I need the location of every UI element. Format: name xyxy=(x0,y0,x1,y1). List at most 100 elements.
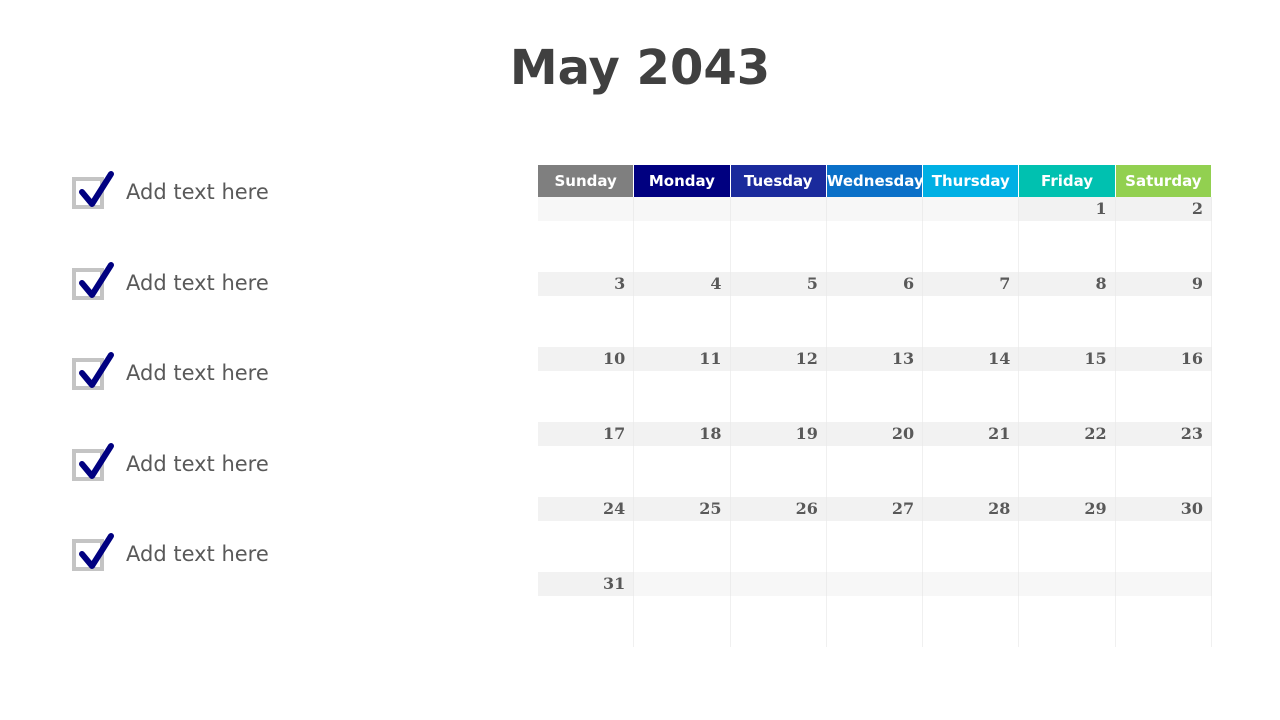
empty-date xyxy=(923,197,1020,221)
calendar-week: 31 xyxy=(538,572,1212,647)
day-cell[interactable] xyxy=(1019,521,1116,572)
date-number[interactable]: 8 xyxy=(1019,272,1116,296)
date-number[interactable]: 29 xyxy=(1019,497,1116,521)
day-cell[interactable] xyxy=(731,596,827,647)
calendar-week: 17 18 19 20 21 22 23 xyxy=(538,422,1212,497)
day-cell[interactable] xyxy=(1116,371,1212,422)
day-cell[interactable] xyxy=(827,296,924,347)
checklist-item[interactable]: Add text here xyxy=(70,261,370,307)
day-cell[interactable] xyxy=(1116,521,1212,572)
day-cell[interactable] xyxy=(827,371,924,422)
date-number[interactable]: 14 xyxy=(923,347,1020,371)
checklist-item-label: Add text here xyxy=(126,542,269,566)
day-cell[interactable] xyxy=(923,521,1020,572)
day-cell[interactable] xyxy=(538,596,635,647)
date-number[interactable]: 13 xyxy=(826,347,924,371)
date-number[interactable]: 26 xyxy=(730,497,827,521)
day-cell[interactable] xyxy=(1116,296,1212,347)
date-number[interactable]: 15 xyxy=(1019,347,1116,371)
date-number[interactable]: 12 xyxy=(730,347,827,371)
day-cell[interactable] xyxy=(731,371,827,422)
day-header-friday: Friday xyxy=(1019,165,1116,197)
date-number[interactable]: 28 xyxy=(923,497,1020,521)
day-cell[interactable] xyxy=(1019,371,1116,422)
calendar: Sunday Monday Tuesday Wednesday Thursday Frid… xyxy=(538,165,1212,647)
day-cell[interactable] xyxy=(538,221,635,272)
date-number[interactable]: 20 xyxy=(826,422,924,446)
day-cell[interactable] xyxy=(1019,596,1116,647)
day-cell[interactable] xyxy=(538,371,635,422)
date-number[interactable]: 10 xyxy=(538,347,635,371)
day-cell[interactable] xyxy=(923,596,1020,647)
date-number[interactable]: 30 xyxy=(1115,497,1212,521)
date-number[interactable]: 4 xyxy=(634,272,731,296)
checklist-item[interactable]: Add text here xyxy=(70,352,370,397)
day-cell[interactable] xyxy=(634,521,731,572)
day-cell[interactable] xyxy=(827,446,924,497)
day-cell[interactable] xyxy=(634,371,731,422)
date-number[interactable]: 24 xyxy=(538,497,635,521)
day-cell[interactable] xyxy=(634,446,731,497)
date-number[interactable]: 23 xyxy=(1115,422,1212,446)
date-number[interactable]: 19 xyxy=(730,422,827,446)
checklist-item[interactable]: Add text here xyxy=(70,171,370,216)
day-header-monday: Monday xyxy=(634,165,731,197)
calendar-weeks: 1 2 3 4 5 6 7 8 9 10 11 12 13 14 15 16 17 18 19 20 21 22 23 24 2… xyxy=(538,197,1212,647)
empty-date xyxy=(1019,572,1116,596)
day-cell[interactable] xyxy=(923,446,1020,497)
checklist-item[interactable]: Add text here xyxy=(70,533,370,578)
checkmark-icon xyxy=(79,352,114,388)
day-header-wednesday: Wednesday xyxy=(826,165,924,197)
day-cell[interactable] xyxy=(1116,446,1212,497)
day-cell[interactable] xyxy=(1116,221,1212,272)
day-cell[interactable] xyxy=(634,296,731,347)
date-number[interactable]: 21 xyxy=(923,422,1020,446)
date-number[interactable]: 27 xyxy=(826,497,924,521)
day-cell[interactable] xyxy=(731,446,827,497)
day-cell[interactable] xyxy=(538,521,635,572)
date-number[interactable]: 11 xyxy=(634,347,731,371)
day-cell[interactable] xyxy=(731,521,827,572)
day-cell[interactable] xyxy=(1019,221,1116,272)
date-number[interactable]: 18 xyxy=(634,422,731,446)
checklist-item-label: Add text here xyxy=(126,180,269,204)
checkmark-icon xyxy=(79,442,114,479)
checkmark-icon xyxy=(79,533,114,569)
date-number[interactable]: 1 xyxy=(1019,197,1116,221)
day-cell[interactable] xyxy=(827,221,924,272)
page-title: May 2043 xyxy=(509,40,771,96)
empty-date xyxy=(730,572,827,596)
date-number[interactable]: 22 xyxy=(1019,422,1116,446)
checklist-item-label: Add text here xyxy=(126,361,269,385)
checklist-item[interactable]: Add text here xyxy=(70,442,370,488)
checkmark-icon xyxy=(79,261,114,298)
day-cell[interactable] xyxy=(827,596,924,647)
day-cell[interactable] xyxy=(827,521,924,572)
date-number[interactable]: 6 xyxy=(826,272,924,296)
calendar-header: Sunday Monday Tuesday Wednesday Thursday Frid… xyxy=(538,165,1212,197)
day-cell[interactable] xyxy=(538,446,635,497)
day-cell[interactable] xyxy=(923,371,1020,422)
day-cell[interactable] xyxy=(1019,446,1116,497)
date-number[interactable]: 5 xyxy=(730,272,827,296)
day-cell[interactable] xyxy=(923,296,1020,347)
date-number[interactable]: 9 xyxy=(1115,272,1212,296)
day-cell[interactable] xyxy=(634,221,731,272)
calendar-week: 10 11 12 13 14 15 16 xyxy=(538,347,1212,422)
day-cell[interactable] xyxy=(634,596,731,647)
checkmark-icon xyxy=(79,171,114,207)
date-number[interactable]: 7 xyxy=(923,272,1020,296)
date-number[interactable]: 3 xyxy=(538,272,635,296)
day-cell[interactable] xyxy=(1116,596,1212,647)
date-number[interactable]: 2 xyxy=(1115,197,1212,221)
date-number[interactable]: 16 xyxy=(1115,347,1212,371)
date-number[interactable]: 25 xyxy=(634,497,731,521)
day-cell[interactable] xyxy=(731,221,827,272)
day-cell[interactable] xyxy=(1019,296,1116,347)
empty-date xyxy=(826,197,924,221)
date-number[interactable]: 17 xyxy=(538,422,635,446)
day-cell[interactable] xyxy=(923,221,1020,272)
date-number[interactable]: 31 xyxy=(538,572,635,596)
day-cell[interactable] xyxy=(731,296,827,347)
day-cell[interactable] xyxy=(538,296,635,347)
